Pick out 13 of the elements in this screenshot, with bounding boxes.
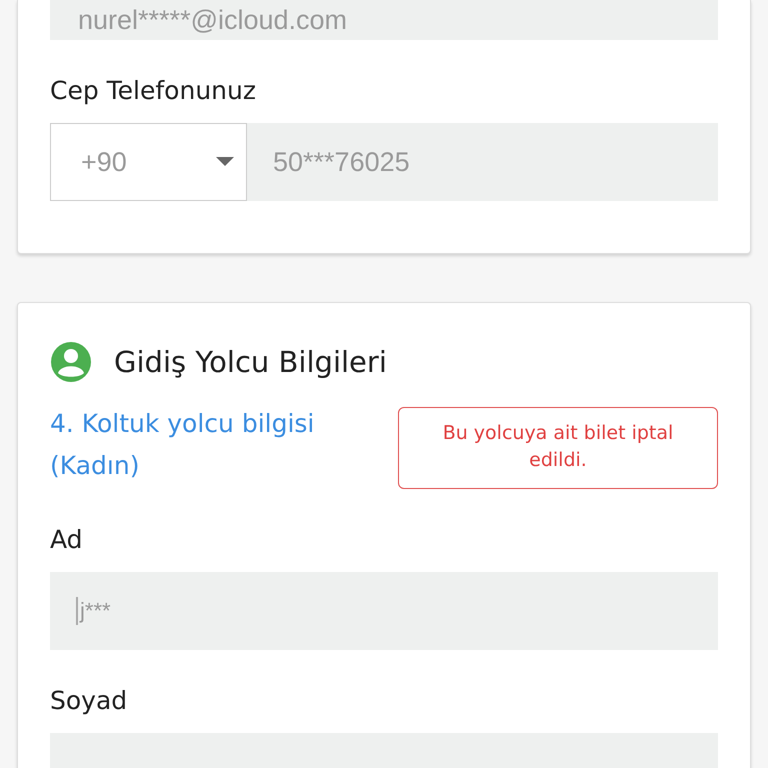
field-label: Cep Telefonunuz	[50, 76, 257, 105]
email-field[interactable]: nurel*****@icloud.com	[50, 0, 718, 40]
phone-field[interactable]: 50***76025	[247, 123, 718, 201]
section-title: Gidiş Yolcu Bilgileri	[114, 345, 387, 379]
text-cursor	[76, 597, 78, 625]
seat-info: 4. Koltuk yolcu bilgisi (Kadın)	[50, 408, 316, 482]
field-label: Ad	[50, 525, 84, 554]
field-label: Soyad	[50, 686, 128, 715]
caret-icon	[216, 157, 234, 167]
cancel-alert: Bu yolcuya ait bilet iptal edildi.	[398, 407, 718, 489]
person-icon	[50, 341, 92, 383]
input-field[interactable]: j***	[50, 572, 718, 650]
country-code-dropdown[interactable]: +90	[50, 123, 247, 201]
